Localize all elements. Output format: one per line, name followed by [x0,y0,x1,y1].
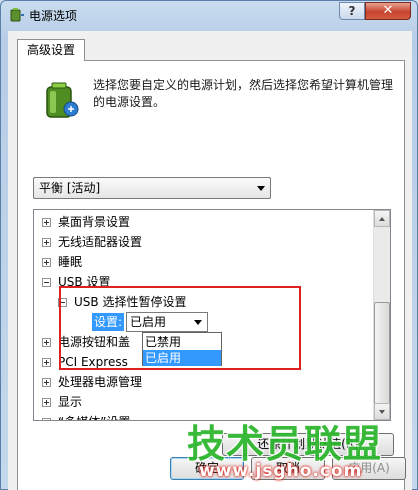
power-plan-value: 平衡 [活动] [39,181,101,195]
expand-plus-icon[interactable] [42,378,51,387]
expand-plus-icon[interactable] [42,398,51,407]
dropdown-option-disabled[interactable]: 已禁用 [143,334,221,350]
collapse-minus-icon[interactable] [42,278,51,287]
collapse-minus-icon[interactable] [58,298,67,307]
setting-label: 设置: [92,313,125,331]
power-plan-select[interactable]: 平衡 [活动] [33,177,271,199]
tree-item-label: USB 选择性暂停设置 [74,295,187,309]
tree-item-label: 无线适配器设置 [58,235,143,249]
tree-item-label: “多媒体”设置 [58,412,130,420]
expand-plus-icon[interactable] [42,218,51,227]
window-title: 电源选项 [29,9,78,23]
tree-item-label: 电源按钮和盖 [58,335,131,349]
tree-item-setting: 设置: 已启用 [34,312,234,332]
settings-tree[interactable]: 桌面背景设置 无线适配器设置 睡眠 USB 设置 USB 选择性暂停设置 设置:… [33,209,391,421]
tree-item-label: PCI Express [58,355,128,369]
tree-item-label: 桌面背景设置 [58,215,131,229]
advanced-settings-panel: 选择您要自定义的电源计划，然后选择您希望计算机管理的电源设置。 平衡 [活动] … [17,60,405,490]
tree-item-label: USB 设置 [58,275,111,289]
dialog-client-area: 高级设置 选择您要自定义的电源计划，然后选择您希望计算机管理的电源设置。 平衡 … [8,31,412,490]
chevron-down-icon [257,186,265,191]
scroll-up-icon[interactable] [374,210,390,227]
setting-value-select[interactable]: 已启用 [126,312,208,332]
expand-plus-icon[interactable] [42,258,51,267]
ok-button[interactable]: 确定 [170,457,244,480]
battery-power-icon [46,82,79,118]
expand-plus-icon[interactable] [42,358,51,367]
tree-item-label: 睡眠 [58,255,83,269]
cancel-button[interactable]: 取消 [251,457,325,480]
tree-item-label: 处理器电源管理 [58,375,143,389]
chevron-down-icon [194,320,202,325]
setting-dropdown-list[interactable]: 已禁用 已启用 [142,332,222,366]
help-button[interactable]: ? [339,2,365,20]
expand-plus-icon[interactable] [42,238,51,247]
tree-scrollbar[interactable] [373,210,390,420]
scroll-thumb[interactable] [374,302,390,412]
title-bar[interactable]: 电源选项 ? ✕ [1,1,417,29]
scroll-down-icon[interactable] [374,403,390,420]
tab-advanced-settings[interactable]: 高级设置 [17,39,86,61]
expand-plus-icon[interactable] [42,338,51,347]
close-button[interactable]: ✕ [365,2,411,20]
restore-defaults-button[interactable]: 还原计划默认值(R) [222,433,394,456]
dropdown-option-enabled[interactable]: 已启用 [143,350,221,366]
apply-button[interactable]: 应用(A) [332,457,406,480]
power-options-window: 电源选项 ? ✕ 高级设置 选择您要自定义的电源计划，然后选择您希望计算机管理的… [0,0,418,490]
setting-value: 已启用 [130,315,167,329]
power-options-icon [10,8,24,22]
intro-text: 选择您要自定义的电源计划，然后选择您希望计算机管理的电源设置。 [93,78,394,109]
tree-item-label: 显示 [58,395,83,409]
expand-plus-icon[interactable] [42,418,51,420]
